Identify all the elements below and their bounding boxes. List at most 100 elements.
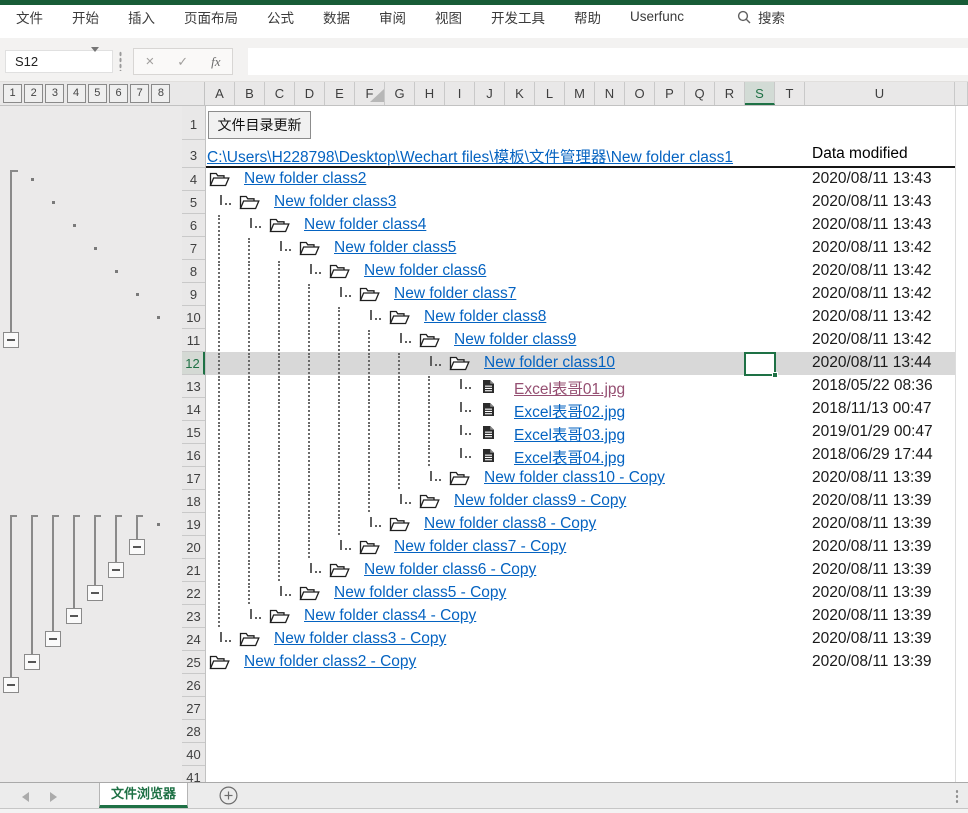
ribbon-tab-10[interactable]: 帮助 bbox=[574, 7, 601, 27]
folder-link-18[interactable]: New folder class9 - Copy bbox=[454, 492, 626, 510]
outline-level-button-4[interactable]: 4 bbox=[66, 84, 86, 103]
outline-level-button-3[interactable]: 3 bbox=[45, 84, 65, 103]
row-header-21[interactable]: 21 bbox=[182, 559, 205, 582]
row-header-28[interactable]: 28 bbox=[182, 720, 205, 743]
insert-function-icon[interactable]: fx bbox=[211, 54, 220, 70]
column-header-Q[interactable]: Q bbox=[685, 82, 715, 105]
column-header-F[interactable]: F bbox=[355, 82, 385, 105]
folder-link-25[interactable]: New folder class2 - Copy bbox=[244, 653, 416, 671]
sheet-tab-active[interactable]: 文件浏览器 bbox=[99, 783, 188, 808]
collapse-group-button[interactable] bbox=[3, 332, 19, 348]
name-box-dropdown-icon[interactable] bbox=[91, 47, 99, 52]
column-header-H[interactable]: H bbox=[415, 82, 445, 105]
column-header-E[interactable]: E bbox=[325, 82, 355, 105]
row-header-40[interactable]: 40 bbox=[182, 743, 205, 766]
formula-bar-splitter[interactable] bbox=[119, 51, 122, 71]
row-header-24[interactable]: 24 bbox=[182, 628, 205, 651]
row-header-1[interactable]: 1 bbox=[182, 110, 205, 140]
row-header-14[interactable]: 14 bbox=[182, 398, 205, 421]
file-link-15[interactable]: Excel表哥03.jpg bbox=[514, 423, 625, 445]
folder-link-5[interactable]: New folder class3 bbox=[274, 193, 396, 211]
row-header-19[interactable]: 19 bbox=[182, 513, 205, 536]
folder-link-19[interactable]: New folder class8 - Copy bbox=[424, 515, 596, 533]
folder-link-6[interactable]: New folder class4 bbox=[304, 216, 426, 234]
folder-link-22[interactable]: New folder class5 - Copy bbox=[334, 584, 506, 602]
column-header-C[interactable]: C bbox=[265, 82, 295, 105]
folder-link-17[interactable]: New folder class10 - Copy bbox=[484, 469, 665, 487]
outline-level-button-5[interactable]: 5 bbox=[87, 84, 107, 103]
fill-handle[interactable] bbox=[772, 372, 778, 378]
ribbon-tab-5[interactable]: 公式 bbox=[267, 7, 294, 27]
collapse-group-button[interactable] bbox=[45, 631, 61, 647]
search-box[interactable]: 搜索 bbox=[737, 7, 785, 27]
collapse-group-button[interactable] bbox=[129, 539, 145, 555]
column-header-L[interactable]: L bbox=[535, 82, 565, 105]
row-header-25[interactable]: 25 bbox=[182, 651, 205, 674]
update-directory-button[interactable]: 文件目录更新 bbox=[208, 111, 311, 139]
formula-input[interactable] bbox=[248, 48, 968, 75]
ribbon-tab-8[interactable]: 视图 bbox=[435, 7, 462, 27]
column-header-K[interactable]: K bbox=[505, 82, 535, 105]
row-header-13[interactable]: 13 bbox=[182, 375, 205, 398]
column-header-J[interactable]: J bbox=[475, 82, 505, 105]
row-header-17[interactable]: 17 bbox=[182, 467, 205, 490]
column-header-D[interactable]: D bbox=[295, 82, 325, 105]
row-header-27[interactable]: 27 bbox=[182, 697, 205, 720]
row-header-8[interactable]: 8 bbox=[182, 260, 205, 283]
row-header-16[interactable]: 16 bbox=[182, 444, 205, 467]
row-header-18[interactable]: 18 bbox=[182, 490, 205, 513]
ribbon-tab-2[interactable]: 开始 bbox=[72, 7, 99, 27]
column-header-S[interactable]: S bbox=[745, 82, 775, 105]
row-header-11[interactable]: 11 bbox=[182, 329, 205, 352]
prev-sheet-icon[interactable] bbox=[22, 792, 29, 802]
outline-level-button-2[interactable]: 2 bbox=[24, 84, 44, 103]
new-sheet-icon[interactable] bbox=[219, 786, 238, 805]
row-header-20[interactable]: 20 bbox=[182, 536, 205, 559]
column-header-R[interactable]: R bbox=[715, 82, 745, 105]
folder-link-7[interactable]: New folder class5 bbox=[334, 239, 456, 257]
tabbar-gripper[interactable] bbox=[955, 789, 959, 803]
folder-link-4[interactable]: New folder class2 bbox=[244, 170, 366, 188]
ribbon-tab-7[interactable]: 审阅 bbox=[379, 7, 406, 27]
column-header-O[interactable]: O bbox=[625, 82, 655, 105]
file-link-13[interactable]: Excel表哥01.jpg bbox=[514, 377, 625, 399]
collapse-group-button[interactable] bbox=[108, 562, 124, 578]
column-header-G[interactable]: G bbox=[385, 82, 415, 105]
ribbon-tab-4[interactable]: 页面布局 bbox=[184, 7, 238, 27]
outline-level-button-1[interactable]: 1 bbox=[3, 84, 22, 103]
enter-icon[interactable]: ✓ bbox=[177, 54, 188, 70]
collapse-group-button[interactable] bbox=[3, 677, 19, 693]
folder-link-11[interactable]: New folder class9 bbox=[454, 331, 576, 349]
selected-cell-outline[interactable] bbox=[744, 352, 778, 378]
row-header-5[interactable]: 5 bbox=[182, 191, 205, 214]
row-header-4[interactable]: 4 bbox=[182, 168, 205, 191]
column-header-I[interactable]: I bbox=[445, 82, 475, 105]
column-header-A[interactable]: A bbox=[205, 82, 235, 105]
ribbon-tab-6[interactable]: 数据 bbox=[323, 7, 350, 27]
folder-link-8[interactable]: New folder class6 bbox=[364, 262, 486, 280]
name-box[interactable]: S12 bbox=[5, 50, 113, 73]
column-header-P[interactable]: P bbox=[655, 82, 685, 105]
next-sheet-icon[interactable] bbox=[50, 792, 57, 802]
outline-level-button-6[interactable]: 6 bbox=[109, 84, 128, 103]
ribbon-tab-1[interactable]: 文件 bbox=[16, 7, 43, 27]
row-header-3[interactable]: 3 bbox=[182, 143, 205, 168]
folder-link-21[interactable]: New folder class6 - Copy bbox=[364, 561, 536, 579]
collapse-group-button[interactable] bbox=[24, 654, 40, 670]
row-header-15[interactable]: 15 bbox=[182, 421, 205, 444]
folder-link-20[interactable]: New folder class7 - Copy bbox=[394, 538, 566, 556]
row-header-23[interactable]: 23 bbox=[182, 605, 205, 628]
row-header-12[interactable]: 12 bbox=[182, 352, 205, 375]
collapse-group-button[interactable] bbox=[66, 608, 82, 624]
folder-link-12[interactable]: New folder class10 bbox=[484, 354, 615, 372]
collapse-group-button[interactable] bbox=[87, 585, 103, 601]
column-header-M[interactable]: M bbox=[565, 82, 595, 105]
folder-link-10[interactable]: New folder class8 bbox=[424, 308, 546, 326]
column-header-B[interactable]: B bbox=[235, 82, 265, 105]
root-path-link[interactable]: C:\Users\H228798\Desktop\Wechart files\模… bbox=[207, 145, 733, 167]
column-header-N[interactable]: N bbox=[595, 82, 625, 105]
ribbon-tab-3[interactable]: 插入 bbox=[128, 7, 155, 27]
ribbon-tab-9[interactable]: 开发工具 bbox=[491, 7, 545, 27]
outline-level-button-8[interactable]: 8 bbox=[151, 84, 171, 103]
column-header-U[interactable]: U bbox=[805, 82, 955, 105]
